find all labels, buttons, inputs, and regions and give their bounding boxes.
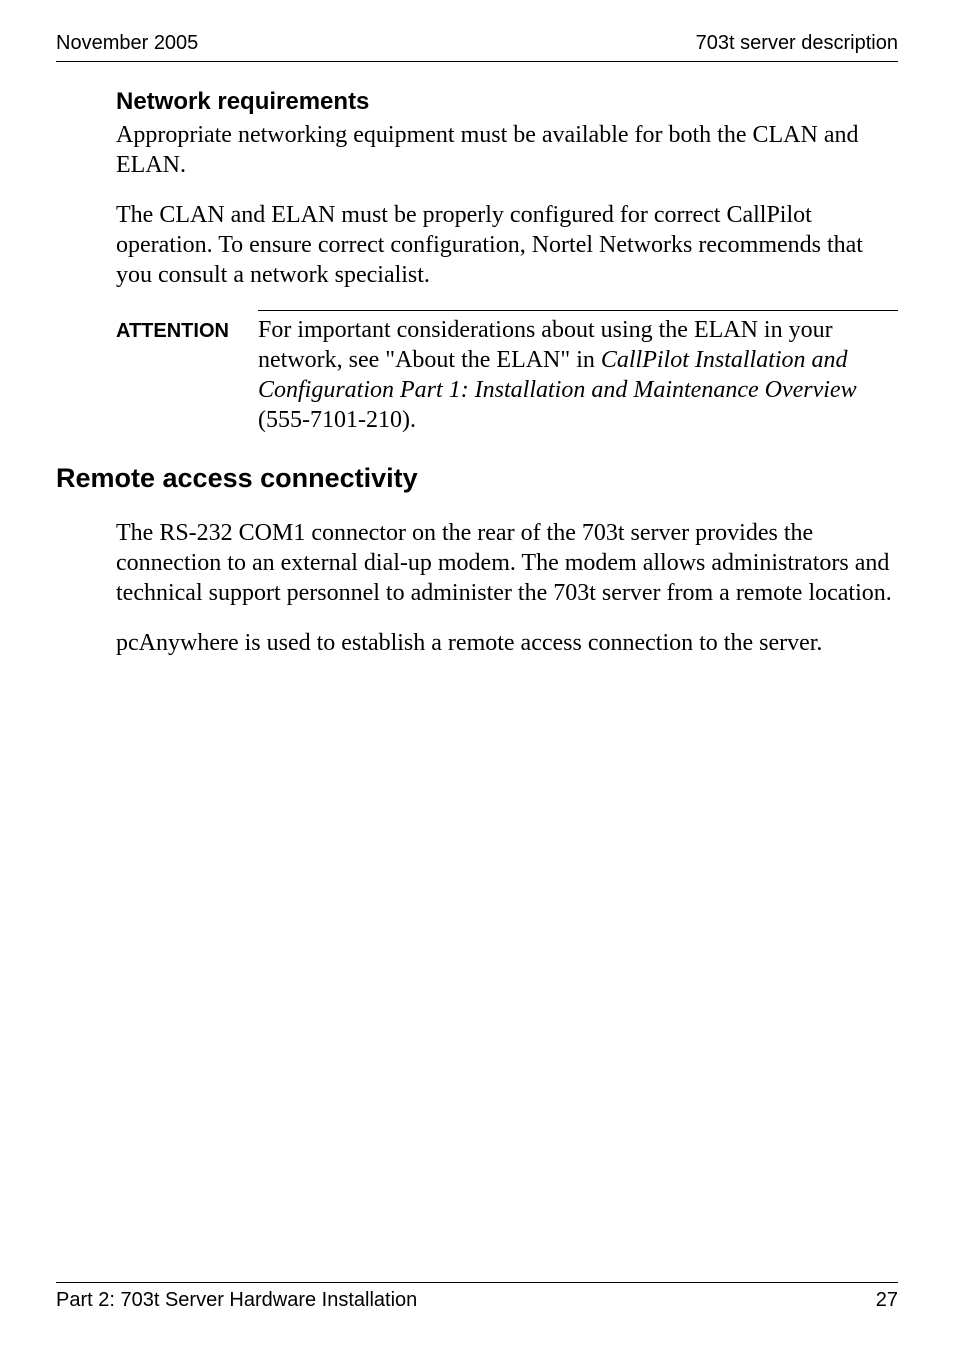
page: November 2005 703t server description Ne…	[0, 0, 954, 1352]
section-heading-remote-access: Remote access connectivity	[56, 463, 898, 494]
content-area: Network requirements Appropriate network…	[56, 62, 898, 658]
section-heading-network-requirements: Network requirements	[116, 88, 898, 116]
attention-block: ATTENTION For important considerations a…	[116, 310, 898, 435]
para-remote-2: pcAnywhere is used to establish a remote…	[116, 628, 898, 658]
attention-body-wrap: For important considerations about using…	[258, 310, 898, 435]
para-network-1: Appropriate networking equipment must be…	[116, 120, 898, 180]
footer-left: Part 2: 703t Server Hardware Installatio…	[56, 1289, 417, 1312]
attention-text-post: (555-7101-210).	[258, 407, 416, 433]
page-header: November 2005 703t server description	[56, 32, 898, 62]
footer-right: 27	[876, 1289, 898, 1312]
attention-label: ATTENTION	[116, 310, 258, 343]
para-network-2: The CLAN and ELAN must be properly confi…	[116, 200, 898, 290]
header-right: 703t server description	[696, 32, 898, 55]
page-footer: Part 2: 703t Server Hardware Installatio…	[56, 1282, 898, 1312]
attention-body: For important considerations about using…	[258, 317, 857, 433]
para-remote-1: The RS-232 COM1 connector on the rear of…	[116, 518, 898, 608]
header-left: November 2005	[56, 32, 198, 55]
